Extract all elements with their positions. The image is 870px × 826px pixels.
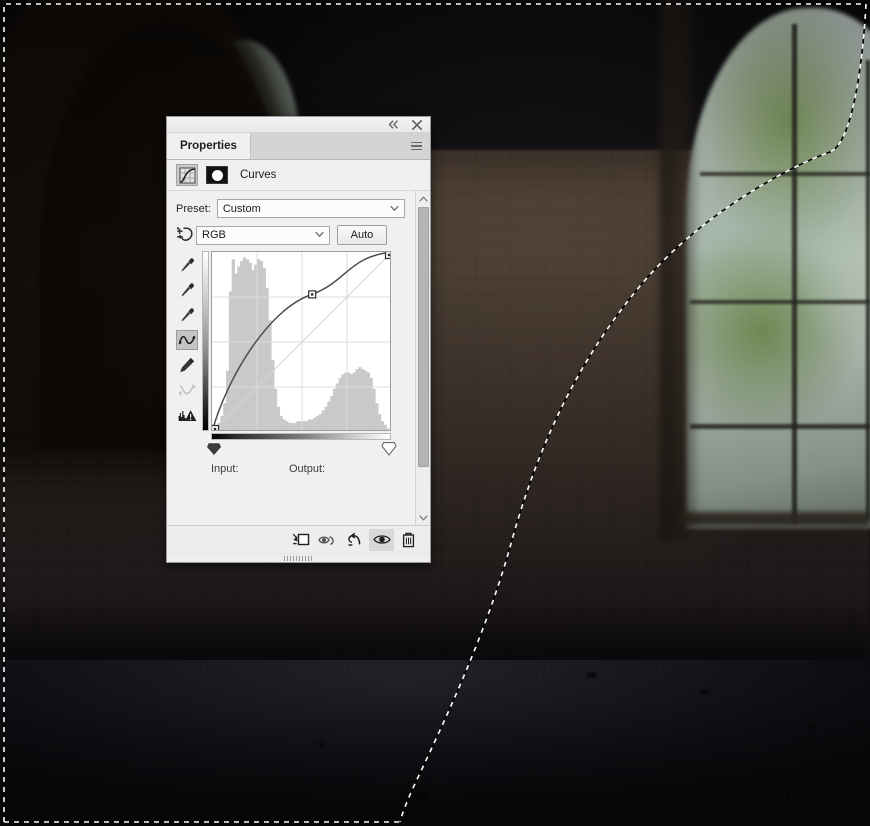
panel-content: Preset: Custom RGB Auto Input: Output: (167, 190, 430, 525)
photo-tone-overlay (0, 0, 870, 826)
histogram-warning-icon[interactable] (176, 405, 198, 425)
toggle-layer-visibility-button[interactable] (369, 528, 394, 551)
view-previous-state-button[interactable] (315, 529, 340, 551)
screenshot-canvas: Properties Curves Preset: Custom RGB Aut… (0, 0, 870, 826)
panel-resize-row (167, 553, 430, 562)
preset-value: Custom (222, 202, 261, 215)
panel-titlebar (167, 117, 430, 133)
delete-adjustment-button[interactable] (396, 529, 421, 551)
tab-properties[interactable]: Properties (167, 133, 251, 159)
white-point-eyedropper[interactable] (176, 305, 198, 325)
adjustment-title: Curves (240, 169, 277, 181)
collapse-panel-icon[interactable] (387, 119, 400, 131)
panel-tab-bar: Properties (167, 133, 430, 160)
scrollbar-thumb[interactable] (417, 207, 429, 467)
preset-dropdown[interactable]: Custom (216, 199, 405, 218)
white-point-slider[interactable] (381, 441, 397, 456)
hamburger-glyph (411, 140, 422, 153)
chevron-down-icon (390, 202, 399, 214)
curves-graph-wrap: Input: Output: (202, 251, 398, 483)
preset-row: Preset: Custom (176, 199, 405, 218)
black-point-eyedropper[interactable] (176, 255, 198, 275)
curves-graph-block: Input: Output: (176, 251, 405, 483)
curve-point-tool[interactable] (176, 330, 198, 350)
output-readout: Output: (289, 463, 381, 475)
clip-to-layer-button[interactable] (288, 529, 313, 551)
properties-panel[interactable]: Properties Curves Preset: Custom RGB Aut… (166, 116, 431, 563)
document-canvas-image[interactable] (0, 0, 870, 826)
smooth-curve-tool[interactable] (176, 380, 198, 400)
black-point-slider[interactable] (207, 443, 221, 455)
output-gradient-strip (202, 251, 209, 431)
curves-adjustment-icon[interactable] (176, 164, 198, 186)
curves-controls: Preset: Custom RGB Auto Input: Output: (167, 191, 415, 525)
curves-readout-row: Input: Output: (211, 463, 421, 475)
preset-label: Preset: (176, 202, 211, 215)
targeted-adjustment-tool-icon[interactable] (174, 224, 196, 244)
input-readout: Input: (211, 463, 289, 475)
curves-graph-svg[interactable] (212, 252, 391, 431)
channel-dropdown[interactable]: RGB (196, 225, 330, 245)
black-white-point-sliders (207, 442, 397, 456)
input-label: Input: (211, 463, 239, 475)
auto-button[interactable]: Auto (337, 225, 387, 245)
input-gradient-strip (211, 433, 391, 440)
curves-tool-column (174, 251, 200, 483)
reset-adjustment-button[interactable] (342, 529, 367, 551)
adjustment-header-row: Curves (167, 160, 430, 190)
close-icon[interactable] (410, 119, 423, 131)
channel-row: RGB Auto (176, 225, 405, 245)
chevron-down-icon[interactable] (416, 510, 431, 525)
gray-point-eyedropper[interactable] (176, 280, 198, 300)
panel-footer-toolbar (167, 525, 430, 553)
resize-grip[interactable] (283, 555, 314, 561)
curves-graph[interactable] (211, 251, 391, 431)
layer-mask-thumbnail[interactable] (206, 166, 228, 184)
chevron-up-icon[interactable] (416, 191, 431, 206)
chevron-down-icon (315, 228, 324, 240)
tab-properties-label: Properties (180, 140, 237, 152)
panel-menu-icon[interactable] (403, 133, 430, 159)
pencil-draw-tool[interactable] (176, 355, 198, 375)
mask-shape (211, 169, 223, 181)
output-label: Output: (289, 463, 326, 475)
channel-value: RGB (202, 229, 226, 241)
auto-button-label: Auto (350, 229, 374, 241)
